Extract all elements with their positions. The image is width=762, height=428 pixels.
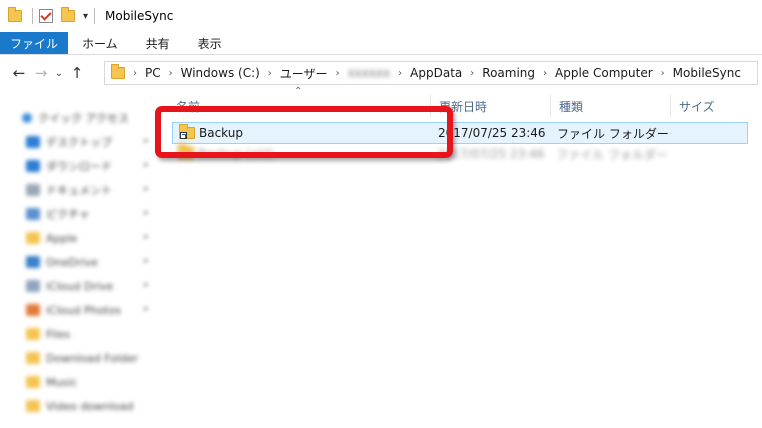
folder-icon <box>8 7 24 24</box>
download-icon <box>26 160 40 172</box>
pin-icon: ✦ <box>142 137 150 147</box>
column-header-type[interactable]: 種類 <box>550 95 670 117</box>
photos-icon <box>26 304 40 316</box>
divider <box>32 8 33 24</box>
up-arrow-icon[interactable]: ↑ <box>66 64 88 82</box>
sidebar-item-onedrive[interactable]: OneDrive ✦ <box>26 252 150 272</box>
pin-icon: ✦ <box>142 209 150 219</box>
file-name: Backup (old) <box>198 147 274 161</box>
navigation-pane: クイック アクセス デスクトップ ✦ ダウンロード ✦ ドキュメント ✦ ピクチ… <box>0 100 158 428</box>
column-header-name[interactable]: 名前 <box>168 95 430 117</box>
back-arrow-icon[interactable]: ← <box>8 64 30 82</box>
breadcrumb-username[interactable]: xxxxxx <box>348 66 391 80</box>
breadcrumb-roaming[interactable]: Roaming <box>482 66 535 80</box>
chevron-right-icon[interactable]: › <box>470 68 474 79</box>
breadcrumb-appdata[interactable]: AppData <box>410 66 462 80</box>
file-name: Backup <box>199 126 243 140</box>
pin-icon: ✦ <box>142 185 150 195</box>
window-title: MobileSync <box>105 9 174 23</box>
sidebar-item-documents[interactable]: ドキュメント ✦ <box>26 180 150 200</box>
column-header-size[interactable]: サイズ <box>670 95 750 117</box>
properties-check-icon[interactable] <box>39 8 55 24</box>
pin-icon: ✦ <box>142 281 150 291</box>
document-icon <box>26 184 40 196</box>
sidebar-item-icloud-drive[interactable]: iCloud Drive ✦ <box>26 276 150 296</box>
folder-icon <box>178 144 194 159</box>
sidebar-item-label: デスクトップ <box>46 136 112 149</box>
sidebar-item-quick-access[interactable]: クイック アクセス <box>22 108 129 128</box>
tab-file[interactable]: ファイル <box>0 32 69 54</box>
new-folder-icon[interactable] <box>61 7 77 24</box>
breadcrumb-mobilesync[interactable]: MobileSync <box>673 66 741 80</box>
sidebar-item-download-folder[interactable]: Download Folder <box>26 348 138 368</box>
folder-icon <box>111 64 127 81</box>
sidebar-item-desktop[interactable]: デスクトップ ✦ <box>26 132 150 152</box>
pin-icon: ✦ <box>142 233 150 243</box>
file-row-backup[interactable]: Backup 2017/07/25 23:46 ファイル フォルダー <box>172 122 748 144</box>
folder-icon <box>26 328 40 340</box>
sidebar-item-folder[interactable]: Apple ✦ <box>26 228 150 248</box>
sidebar-item-label: Music <box>46 375 78 389</box>
picture-icon <box>26 208 40 220</box>
pin-icon: ✦ <box>142 305 150 315</box>
sidebar-item-music[interactable]: Music <box>26 372 77 392</box>
chevron-right-icon[interactable]: › <box>268 68 272 79</box>
file-modified: 2017/07/25 23:46 <box>438 126 546 140</box>
address-bar[interactable]: › PC › Windows (C:) › ユーザー › xxxxxx › Ap… <box>104 61 758 85</box>
sidebar-item-files[interactable]: Files <box>26 324 70 344</box>
chevron-right-icon[interactable]: › <box>336 68 340 79</box>
breadcrumb-users[interactable]: ユーザー <box>280 65 328 82</box>
sidebar-item-pictures[interactable]: ピクチャ ✦ <box>26 204 150 224</box>
folder-icon <box>26 232 40 244</box>
sidebar-item-label: Apple <box>46 231 78 245</box>
sidebar-item-icloud-photos[interactable]: iCloud Photos ✦ <box>26 300 150 320</box>
sidebar-item-label: ドキュメント <box>46 184 112 197</box>
sidebar-item-downloads[interactable]: ダウンロード ✦ <box>26 156 150 176</box>
sidebar-item-label: ダウンロード <box>46 160 112 173</box>
breadcrumb-windows-c[interactable]: Windows (C:) <box>181 66 260 80</box>
tab-view[interactable]: 表示 <box>184 32 236 54</box>
chevron-right-icon[interactable]: › <box>543 68 547 79</box>
folder-icon <box>26 400 40 412</box>
file-type: ファイル フォルダー <box>556 147 668 162</box>
cloud-icon <box>26 280 40 292</box>
pin-icon: ✦ <box>142 161 150 171</box>
tab-share[interactable]: 共有 <box>132 32 184 54</box>
file-modified: 2017/07/25 23:46 <box>437 147 545 161</box>
desktop-icon <box>26 136 40 148</box>
recent-locations-chevron-icon[interactable]: ⌄ <box>52 68 66 79</box>
sidebar-item-label: ピクチャ <box>46 208 90 221</box>
ribbon-tabs: ファイル ホーム 共有 表示 <box>0 32 762 55</box>
tab-home[interactable]: ホーム <box>68 32 132 54</box>
star-icon <box>22 113 32 123</box>
file-row-blurred[interactable]: Backup (old) 2017/07/25 23:46 ファイル フォルダー <box>172 143 748 165</box>
file-type: ファイル フォルダー <box>557 126 669 141</box>
sidebar-item-label: Files <box>46 327 71 341</box>
cloud-icon <box>26 256 40 268</box>
chevron-right-icon[interactable]: › <box>398 68 402 79</box>
title-bar: ▾ MobileSync <box>0 0 762 32</box>
breadcrumb-apple-computer[interactable]: Apple Computer <box>555 66 653 80</box>
folder-shortcut-icon <box>179 124 195 139</box>
divider <box>94 8 96 24</box>
sidebar-item-label: OneDrive <box>46 255 98 269</box>
column-header-modified[interactable]: 更新日時 <box>430 95 550 117</box>
sidebar-item-label: Video download <box>46 399 134 413</box>
folder-icon <box>26 352 40 364</box>
customize-quick-access-dropdown-icon[interactable]: ▾ <box>83 11 88 22</box>
folder-icon <box>26 376 40 388</box>
pin-icon: ✦ <box>142 257 150 267</box>
file-list: ⌃ 名前 更新日時 種類 サイズ Backup 2017/07/25 23:46… <box>158 86 762 428</box>
sidebar-item-label: クイック アクセス <box>38 112 129 125</box>
sidebar-item-label: Download Folder <box>46 351 139 365</box>
chevron-right-icon[interactable]: › <box>169 68 173 79</box>
chevron-right-icon[interactable]: › <box>661 68 665 79</box>
chevron-right-icon[interactable]: › <box>133 68 137 79</box>
navigation-bar: ← → ⌄ ↑ › PC › Windows (C:) › ユーザー › xxx… <box>0 55 762 91</box>
sidebar-item-label: iCloud Photos <box>46 303 122 317</box>
sidebar-item-label: iCloud Drive <box>46 279 114 293</box>
forward-arrow-icon[interactable]: → <box>30 64 52 82</box>
sidebar-item-video-download[interactable]: Video download <box>26 396 134 416</box>
breadcrumb-pc[interactable]: PC <box>145 66 161 80</box>
